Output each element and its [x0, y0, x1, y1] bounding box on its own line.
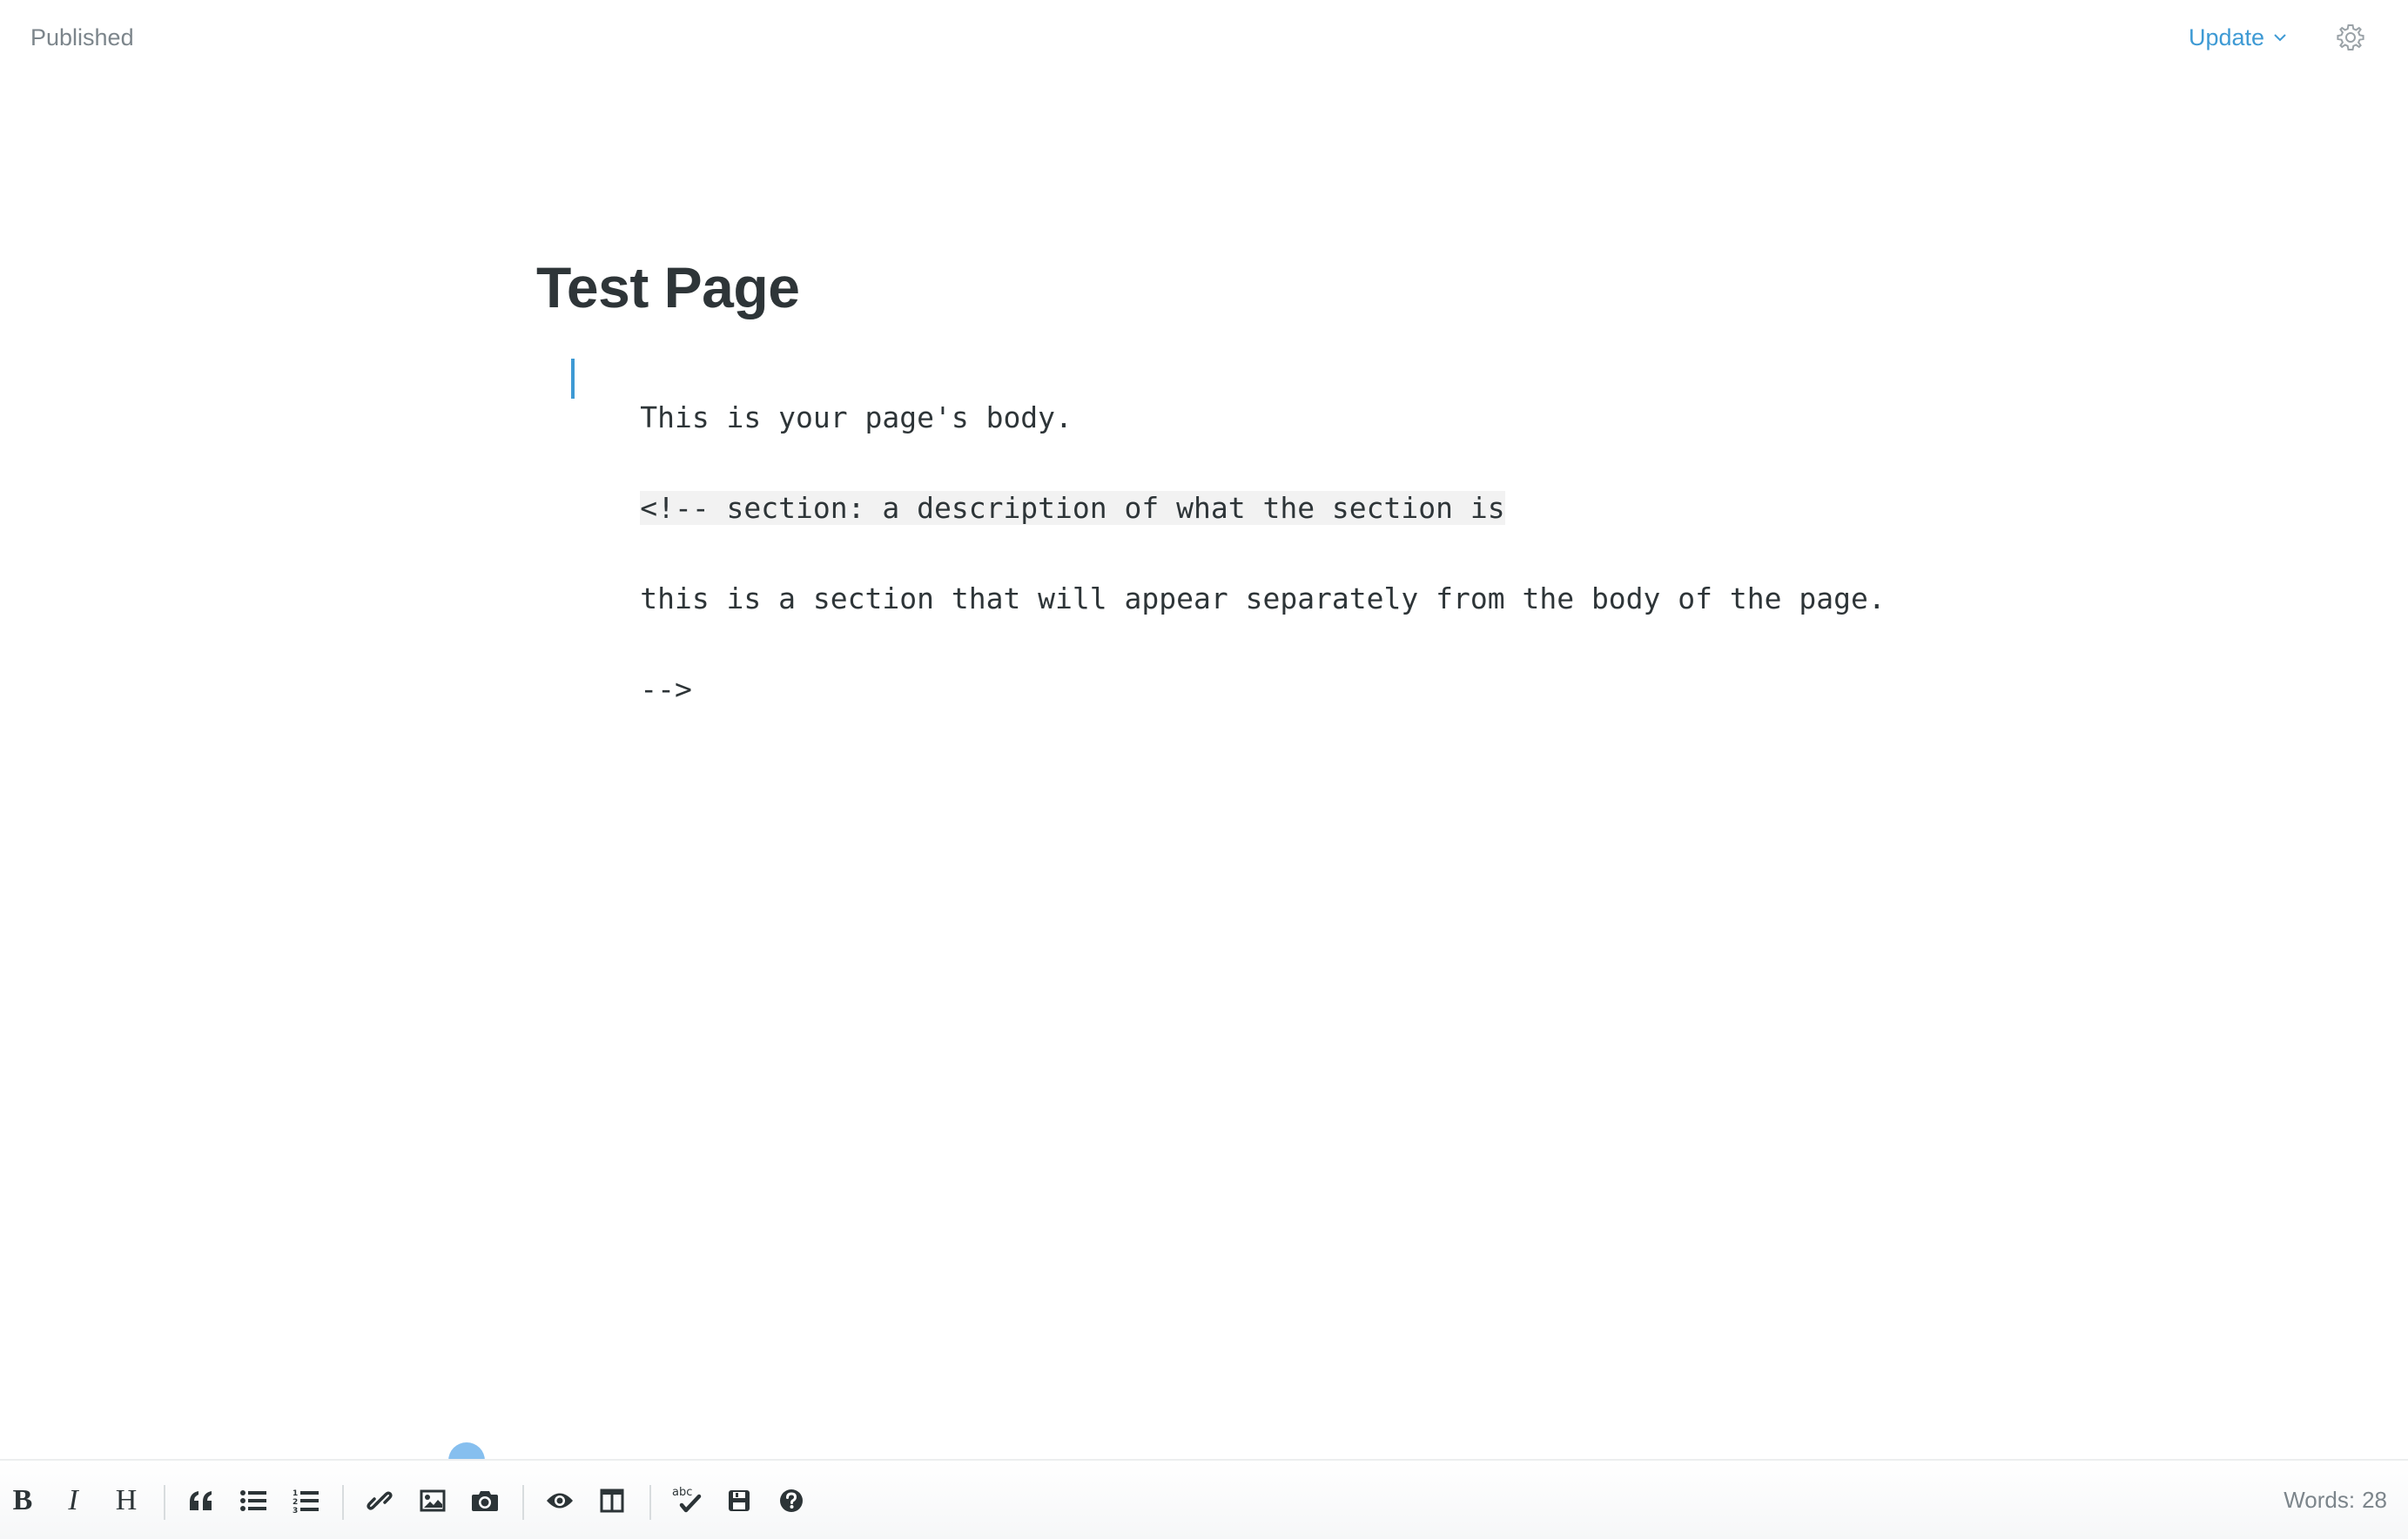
quote-button[interactable]	[180, 1480, 222, 1522]
update-label: Update	[2189, 24, 2265, 50]
page-title[interactable]: Test Page	[536, 252, 1894, 322]
save-icon	[729, 1490, 750, 1511]
body-line[interactable]: this is a section that will appear separ…	[536, 541, 1894, 632]
spellcheck-button[interactable]: abc	[666, 1480, 708, 1522]
body-line-text: this is a section that will appear separ…	[640, 581, 1886, 615]
toolbar-separator	[522, 1485, 524, 1520]
toolbar-separator	[164, 1485, 165, 1520]
comment-line[interactable]: <!-- section: a description of what the …	[536, 451, 1894, 541]
preview-button[interactable]	[539, 1480, 581, 1522]
bullet-list-icon	[240, 1490, 266, 1511]
heading-button[interactable]: H	[105, 1480, 147, 1522]
gear-icon[interactable]	[2336, 23, 2365, 52]
document-body[interactable]: This is your page's body. <!-- section: …	[536, 359, 1894, 722]
upload-photo-button[interactable]	[464, 1480, 506, 1522]
camera-icon	[472, 1491, 498, 1511]
toolbar-separator	[649, 1485, 651, 1520]
eye-icon	[547, 1493, 573, 1509]
side-by-side-button[interactable]	[591, 1480, 633, 1522]
italic-button[interactable]: I	[52, 1480, 94, 1522]
link-button[interactable]	[359, 1480, 400, 1522]
heading-icon: H	[115, 1484, 138, 1516]
editor-area[interactable]: Test Page This is your page's body. <!--…	[536, 252, 1894, 722]
quote-icon	[190, 1491, 212, 1510]
toolbar-separator	[342, 1485, 344, 1520]
publish-status: Published	[30, 24, 134, 50]
editor-toolbar: B I H 1 2 3 abc Words: 28	[0, 1459, 2408, 1539]
italic-icon: I	[68, 1484, 78, 1516]
question-icon	[780, 1489, 803, 1512]
body-line-text: This is your page's body.	[640, 400, 1073, 434]
numbered-list-icon: 1 2 3	[293, 1489, 319, 1513]
svg-text:abc: abc	[672, 1486, 692, 1499]
editor-header: Published Update	[0, 0, 2408, 78]
bold-button[interactable]: B	[2, 1480, 44, 1522]
text-cursor	[571, 359, 575, 399]
columns-icon	[600, 1489, 624, 1513]
svg-text:1: 1	[293, 1489, 298, 1498]
word-count-value: 28	[2362, 1487, 2387, 1513]
update-button[interactable]: Update	[2189, 23, 2289, 52]
svg-text:3: 3	[293, 1507, 298, 1513]
ordered-list-button[interactable]: 1 2 3	[285, 1480, 326, 1522]
body-line[interactable]: This is your page's body.	[536, 359, 1894, 451]
help-button[interactable]	[770, 1480, 812, 1522]
image-button[interactable]	[412, 1480, 454, 1522]
word-count-label: Words:	[2284, 1487, 2356, 1513]
svg-text:2: 2	[293, 1498, 298, 1507]
body-line-text: -->	[640, 672, 692, 706]
image-icon	[420, 1489, 446, 1512]
bold-icon: B	[12, 1484, 33, 1516]
body-line[interactable]: -->	[536, 632, 1894, 722]
chevron-down-icon	[2271, 29, 2289, 46]
unordered-list-button[interactable]	[232, 1480, 274, 1522]
spellcheck-icon: abc	[672, 1486, 702, 1513]
word-count: Words: 28	[2284, 1487, 2387, 1514]
link-icon	[367, 1491, 393, 1510]
save-button[interactable]	[718, 1480, 760, 1522]
comment-line-text: <!-- section: a description of what the …	[640, 491, 1505, 525]
